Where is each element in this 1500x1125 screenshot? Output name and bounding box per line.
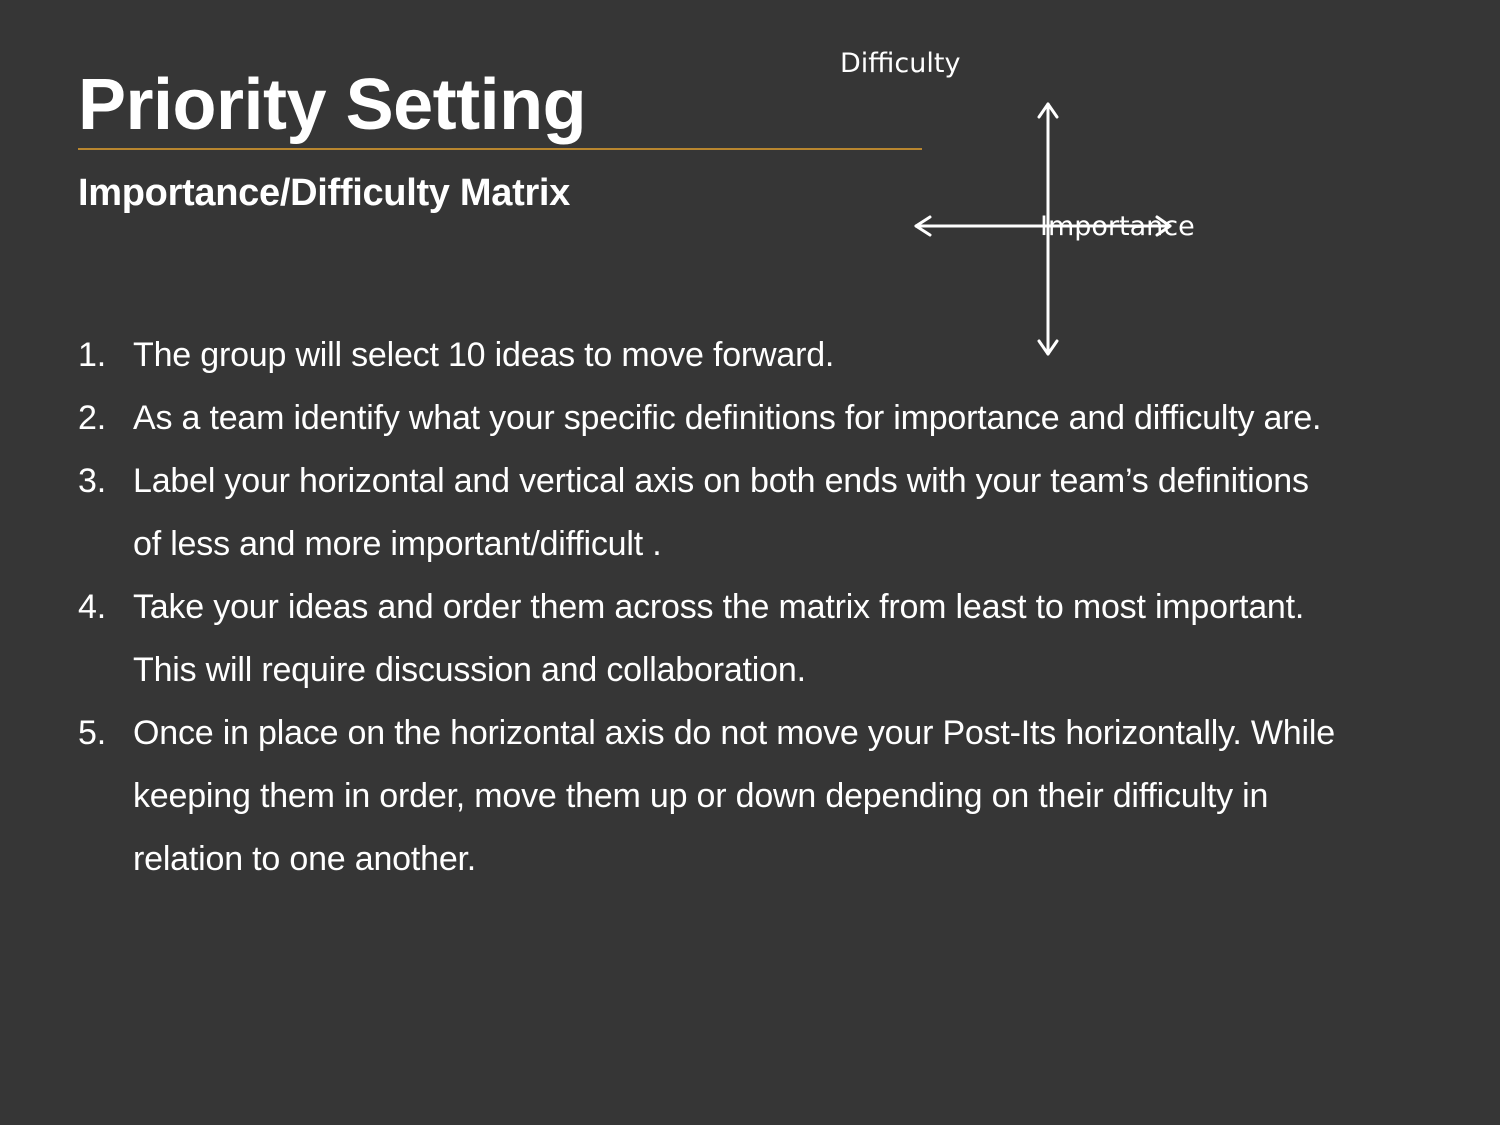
list-item-number: 3. <box>78 462 106 500</box>
list-item-text: The group will select 10 ideas to move f… <box>133 336 835 374</box>
slide-subtitle: Importance/Difficulty Matrix <box>78 172 571 214</box>
slide: Priority Setting Importance/Difficulty M… <box>0 0 1500 1125</box>
list-item-text: Label your horizontal and vertical axis … <box>133 462 1309 563</box>
vertical-axis-label: Difficulty <box>840 48 961 79</box>
list-item: 4. Take your ideas and order them across… <box>78 576 1338 702</box>
list-item: 5. Once in place on the horizontal axis … <box>78 702 1338 891</box>
list-item-text: Once in place on the horizontal axis do … <box>133 714 1335 878</box>
list-item-text: As a team identify what your specific de… <box>133 399 1322 437</box>
list-item: 3. Label your horizontal and vertical ax… <box>78 450 1338 576</box>
list-item-number: 4. <box>78 588 106 626</box>
slide-title: Priority Setting <box>78 65 587 145</box>
list-item-number: 5. <box>78 714 106 752</box>
list-item-text: Take your ideas and order them across th… <box>133 588 1305 689</box>
list-item-number: 1. <box>78 336 106 374</box>
instructions-list: 1. The group will select 10 ideas to mov… <box>78 324 1338 891</box>
title-underline <box>78 148 922 150</box>
list-item: 2. As a team identify what your specific… <box>78 387 1338 450</box>
horizontal-axis-label: Importance <box>1040 211 1195 242</box>
list-item-number: 2. <box>78 399 106 437</box>
list-item: 1. The group will select 10 ideas to mov… <box>78 324 1338 387</box>
